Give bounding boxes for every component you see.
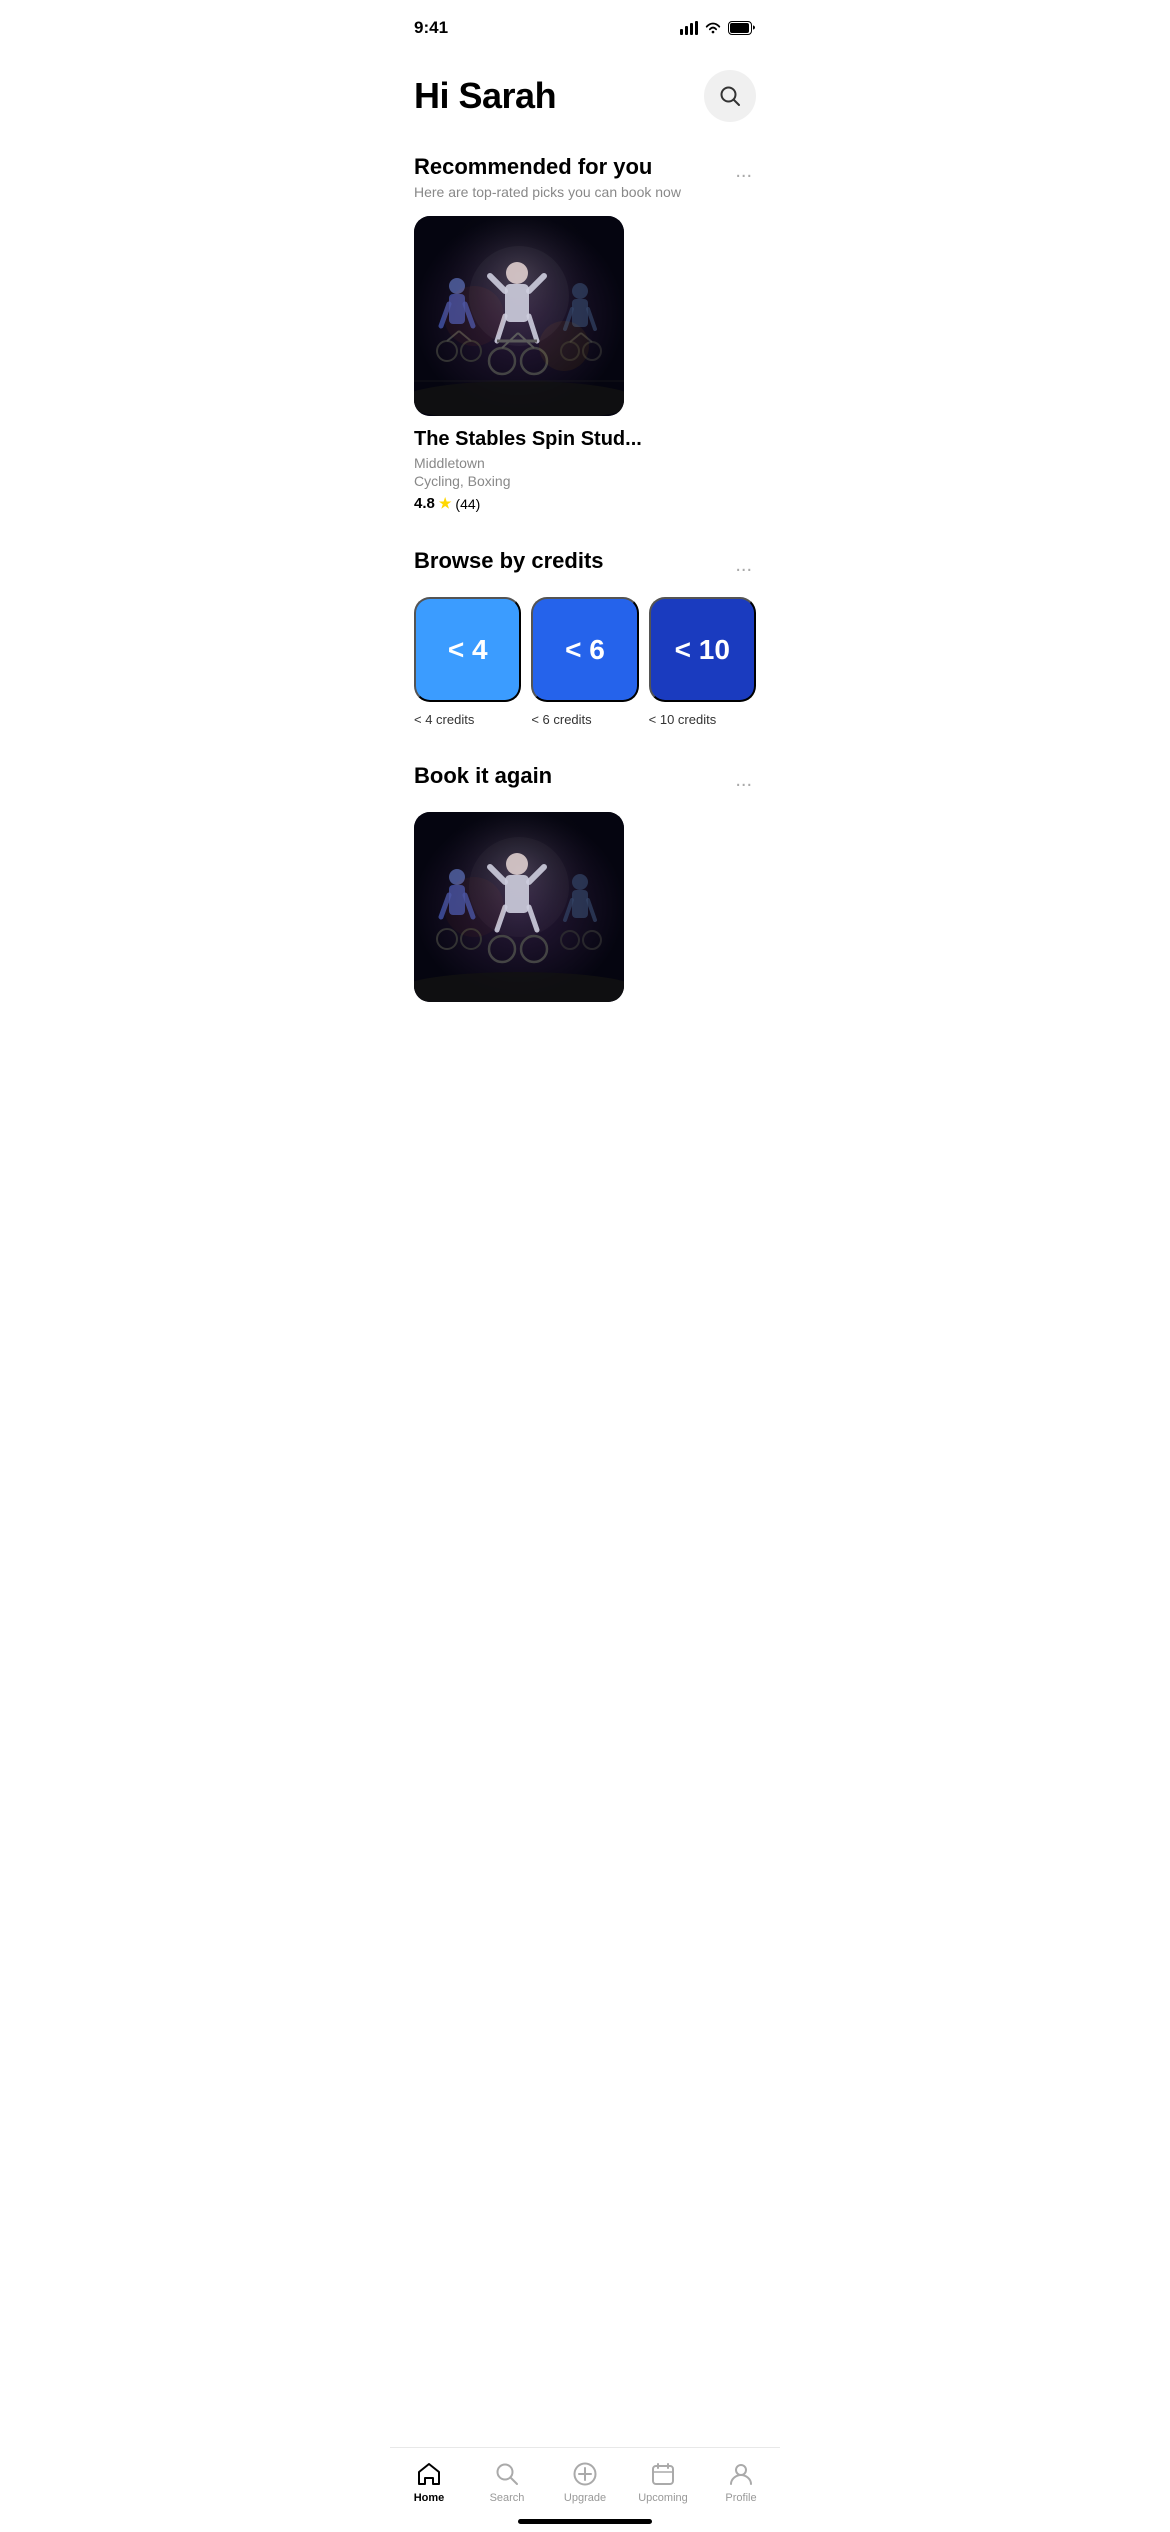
status-icons [680, 21, 756, 35]
star-icon: ★ [439, 495, 452, 512]
recommended-header: Recommended for you Here are top-rated p… [414, 154, 756, 200]
search-nav-icon [493, 2460, 521, 2488]
credit-card-4[interactable]: < 4 [414, 597, 521, 702]
credit-card-6[interactable]: < 6 [531, 597, 638, 702]
search-button[interactable] [704, 70, 756, 122]
credits-more-button[interactable]: ... [731, 550, 756, 581]
book-again-title: Book it again [414, 763, 552, 789]
studio-image [414, 216, 624, 416]
nav-upcoming[interactable]: Upcoming [624, 2460, 702, 2504]
credit-label-10: < 10 credits [649, 712, 756, 727]
credit-card-10[interactable]: < 10 [649, 597, 756, 702]
nav-search[interactable]: Search [468, 2460, 546, 2504]
nav-upcoming-label: Upcoming [638, 2492, 688, 2504]
profile-icon [727, 2460, 755, 2488]
home-icon [415, 2460, 443, 2488]
book-again-graphic [414, 812, 624, 1002]
studio-card[interactable]: The Stables Spin Stud... Middletown Cycl… [414, 216, 756, 512]
studio-rating: 4.8 ★ (44) [414, 495, 756, 512]
greeting-text: Hi Sarah [414, 75, 556, 117]
nav-upgrade[interactable]: Upgrade [546, 2460, 624, 2504]
credits-cards: < 4 < 6 < 10 [414, 597, 756, 702]
main-content: Hi Sarah Recommended for you Here are to… [390, 50, 780, 1102]
studio-image-graphic [414, 216, 624, 416]
credit-label-4: < 4 credits [414, 712, 521, 727]
recommended-subtitle: Here are top-rated picks you can book no… [414, 184, 681, 200]
recommended-section: Recommended for you Here are top-rated p… [414, 154, 756, 512]
book-again-section: Book it again ... [414, 763, 756, 1002]
rating-count: (44) [455, 496, 480, 512]
studio-name: The Stables Spin Stud... [414, 428, 756, 451]
recommended-more-button[interactable]: ... [731, 156, 756, 187]
upgrade-icon [571, 2460, 599, 2488]
credit-value-6: < 6 [565, 634, 605, 666]
nav-upgrade-label: Upgrade [564, 2492, 606, 2504]
credits-section: Browse by credits ... < 4 < 6 < 10 < 4 c… [414, 548, 756, 727]
book-again-header: Book it again ... [414, 763, 756, 796]
book-again-more-button[interactable]: ... [731, 765, 756, 796]
rating-value: 4.8 [414, 495, 435, 512]
wifi-icon [704, 21, 722, 35]
recommended-title: Recommended for you [414, 154, 681, 180]
book-again-image[interactable] [414, 812, 624, 1002]
credit-value-4: < 4 [448, 634, 488, 666]
credits-title: Browse by credits [414, 548, 604, 574]
nav-home[interactable]: Home [390, 2460, 468, 2504]
status-time: 9:41 [414, 18, 448, 38]
battery-icon [728, 21, 756, 35]
credit-value-10: < 10 [675, 634, 730, 666]
nav-search-label: Search [490, 2492, 525, 2504]
header-row: Hi Sarah [414, 70, 756, 122]
credits-labels: < 4 credits < 6 credits < 10 credits [414, 712, 756, 727]
studio-categories: Cycling, Boxing [414, 473, 756, 489]
nav-home-label: Home [414, 2492, 445, 2504]
studio-location: Middletown [414, 455, 756, 471]
credit-label-6: < 6 credits [531, 712, 638, 727]
signal-icon [680, 21, 698, 35]
home-indicator [518, 2519, 652, 2524]
upcoming-icon [649, 2460, 677, 2488]
nav-profile[interactable]: Profile [702, 2460, 780, 2504]
nav-profile-label: Profile [725, 2492, 756, 2504]
status-bar: 9:41 [390, 0, 780, 50]
credits-header: Browse by credits ... [414, 548, 756, 581]
search-icon [719, 85, 741, 107]
